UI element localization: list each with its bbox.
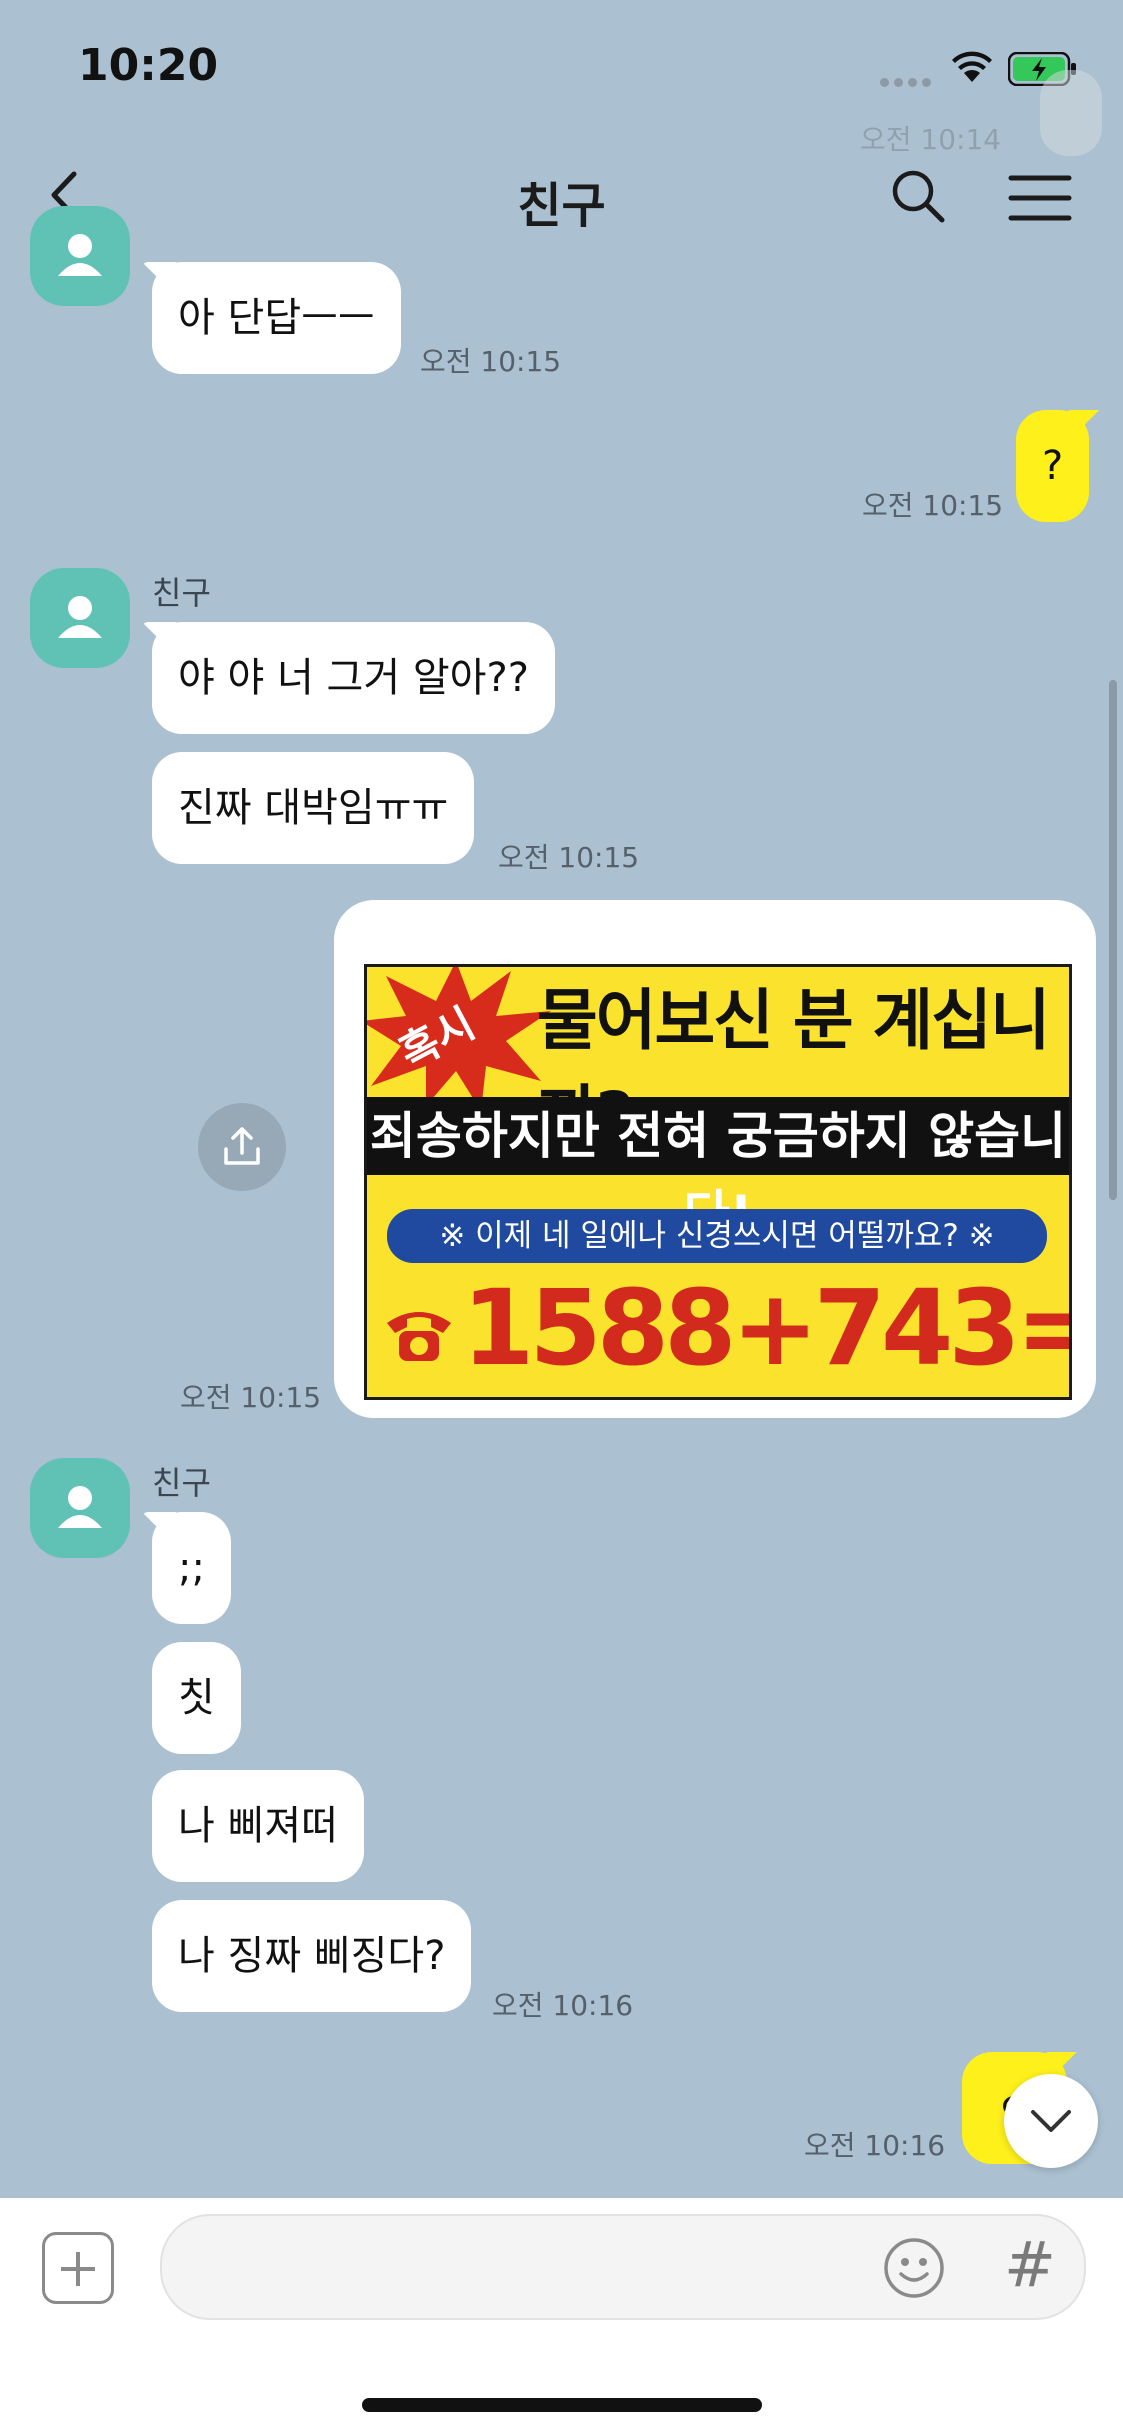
smiley-icon [884,2238,944,2298]
person-icon [58,1486,102,1528]
sign-line-4: 1588+743=2331 [462,1267,1069,1389]
meme-sign-image: 혹시 물어보신 분 계십니까? 죄송하지만 전혀 궁금하지 않습니다! ※ 이제… [364,964,1072,1400]
message-time: 오전 10:15 [862,489,1004,522]
faded-message-time: 오전 10:14 [860,123,1002,156]
scrollbar[interactable] [1109,680,1117,1200]
friend-avatar[interactable] [30,568,130,668]
message-bubble[interactable]: ;; [152,1512,231,1624]
message-bubble[interactable]: 아 단답ㅡㅡ [152,262,401,374]
message-bubble[interactable]: 나 삐져떠 [152,1770,364,1882]
friend-avatar[interactable] [30,1458,130,1558]
sender-name: 친구 [152,574,211,612]
search-icon [892,170,945,223]
message-bubble[interactable]: 야 야 너 그거 알아?? [152,622,555,734]
share-icon [224,1127,260,1165]
wifi-icon [950,48,994,88]
person-icon [58,234,102,276]
message-time: 오전 10:15 [498,841,640,874]
emoji-button[interactable] [882,2236,946,2300]
hashtag-button[interactable]: # [1004,2228,1056,2301]
sign-line-3: ※ 이제 네 일에나 신경쓰시면 어떨까요? ※ [387,1209,1047,1263]
status-time: 10:20 [78,40,219,91]
signal-icon [880,72,936,87]
message-time: 오전 10:15 [180,1381,322,1414]
friend-avatar[interactable] [30,206,130,306]
message-bubble[interactable]: 진짜 대박임ㅠㅠ [152,752,475,864]
sign-line-2: 죄송하지만 전혀 궁금하지 않습니다! [367,1097,1069,1243]
person-icon [58,596,102,638]
scroll-to-bottom-button[interactable] [1004,2074,1098,2168]
chat-title: 친구 [517,178,606,234]
home-indicator [362,2398,762,2412]
menu-button[interactable] [1005,170,1075,226]
faded-message-bubble [1040,70,1102,156]
message-input[interactable] [160,2214,1086,2320]
telephone-icon [387,1312,451,1361]
message-bubble[interactable]: 칫 [152,1642,241,1754]
hamburger-menu-icon [1008,175,1072,221]
add-attachment-button[interactable] [42,2232,114,2304]
search-button[interactable] [888,166,948,226]
chevron-down-icon [1031,2110,1071,2132]
share-button[interactable] [198,1103,286,1191]
message-time: 오전 10:16 [804,2129,946,2162]
message-time: 오전 10:16 [492,1989,634,2022]
sender-name: 친구 [152,1464,211,1502]
message-bubble[interactable]: 나 징짜 삐징다? [152,1900,472,2012]
message-time: 오전 10:15 [420,345,562,378]
my-message-bubble[interactable]: ? [1016,410,1090,522]
image-message[interactable]: 혹시 물어보신 분 계십니까? 죄송하지만 전혀 궁금하지 않습니다! ※ 이제… [334,900,1096,1418]
